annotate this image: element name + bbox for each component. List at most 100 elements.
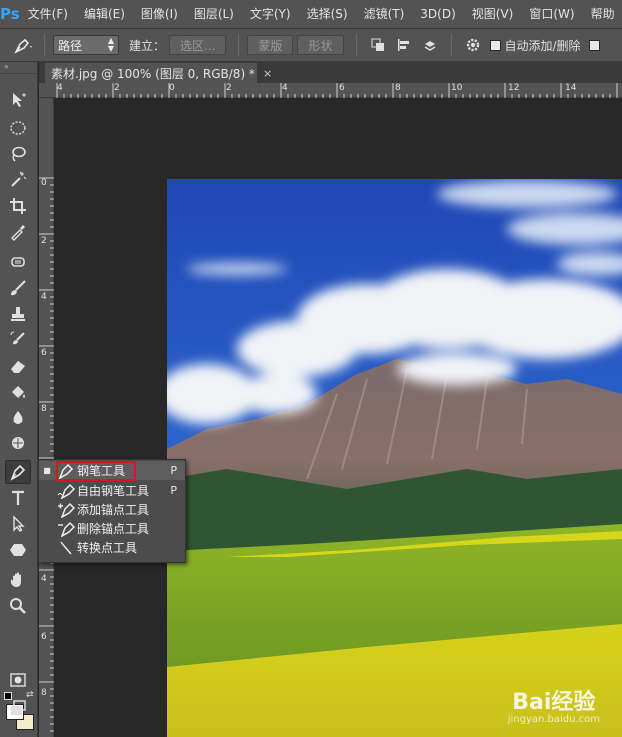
path-selection-tool[interactable]	[5, 512, 31, 536]
rubber-band-checkbox[interactable]	[588, 39, 600, 51]
menu-view[interactable]: 视图(V)	[464, 0, 522, 28]
quick-mask-icon	[10, 673, 26, 687]
separator	[450, 34, 452, 56]
separator	[238, 34, 240, 56]
path-alignment-button[interactable]	[393, 34, 415, 56]
hand-tool[interactable]	[5, 568, 31, 592]
flyout-item-delete-anchor[interactable]: 删除锚点工具	[39, 519, 185, 538]
history-brush-tool[interactable]	[5, 328, 31, 352]
arrange-icon	[424, 41, 435, 51]
healing-brush-tool[interactable]	[5, 250, 31, 274]
photoshop-logo: Ps	[0, 5, 20, 23]
ruler-label: 6	[41, 348, 47, 358]
menu-edit[interactable]: 编辑(E)	[76, 0, 133, 28]
baidu-watermark: Bai经验 jingyan.baidu.com	[508, 684, 600, 725]
mode-select[interactable]: 路径 ▲ ▼	[53, 35, 119, 55]
menu-bar: Ps 文件(F) 编辑(E) 图像(I) 图层(L) 文字(Y) 选择(S) 滤…	[0, 0, 622, 28]
dodge-icon	[12, 437, 24, 449]
history-brush-icon	[10, 331, 25, 345]
zoom-tool[interactable]	[5, 594, 31, 618]
menu-window[interactable]: 窗口(W)	[521, 0, 582, 28]
add-anchor-icon	[55, 501, 77, 519]
ruler-label: 2	[226, 83, 232, 93]
brush-icon	[11, 280, 26, 296]
arrow-icon	[13, 515, 25, 532]
menu-3d[interactable]: 3D(D)	[412, 0, 463, 28]
magic-wand-icon	[11, 171, 27, 187]
ruler-label: 2	[41, 236, 47, 246]
make-shape-button[interactable]: 形状	[297, 35, 344, 55]
clone-stamp-tool[interactable]	[5, 302, 31, 326]
paint-bucket-tool[interactable]	[5, 380, 31, 404]
type-tool[interactable]	[5, 486, 31, 510]
baidu-logo: Bai经验	[512, 690, 596, 715]
marquee-tool[interactable]	[5, 116, 31, 140]
flyout-item-convert-point[interactable]: 转换点工具	[39, 538, 185, 557]
make-mask-button[interactable]: 蒙版	[247, 35, 294, 55]
magnifier-icon	[10, 598, 26, 614]
menu-select[interactable]: 选择(S)	[299, 0, 356, 28]
ruler-label: 12	[508, 83, 520, 93]
eraser-icon	[11, 361, 25, 373]
auto-add-delete-checkbox[interactable]	[489, 39, 501, 51]
shape-tool[interactable]	[5, 538, 31, 562]
move-icon	[13, 93, 26, 107]
crop-tool[interactable]	[5, 194, 31, 218]
crop-icon	[10, 198, 26, 214]
flyout-item-freeform-pen[interactable]: 自由钢笔工具 P	[39, 481, 185, 500]
delete-anchor-icon	[55, 520, 77, 538]
flyout-item-label: 添加锚点工具	[77, 503, 150, 517]
lasso-tool[interactable]	[5, 142, 31, 166]
make-selection-button[interactable]: 选区...	[169, 35, 227, 55]
menu-help[interactable]: 帮助	[583, 0, 622, 28]
flyout-item-add-anchor[interactable]: 添加锚点工具	[39, 500, 185, 519]
vertical-ruler[interactable]: 0 2 4 6 8 0 2 4 6 8	[39, 98, 54, 737]
menu-image[interactable]: 图像(I)	[133, 0, 186, 28]
document-tab[interactable]: 素材.jpg @ 100% (图层 0, RGB/8) * ×	[45, 63, 272, 83]
eyedropper-tool[interactable]	[5, 220, 31, 244]
menu-filter[interactable]: 滤镜(T)	[356, 0, 413, 28]
path-operations-button[interactable]	[367, 34, 389, 56]
shortcut-key: P	[170, 484, 177, 497]
lasso-icon	[12, 146, 26, 162]
document-canvas[interactable]: Bai经验 jingyan.baidu.com	[55, 99, 622, 737]
flyout-item-label: 转换点工具	[77, 541, 138, 555]
brush-tool[interactable]	[5, 276, 31, 300]
screen-mode-button[interactable]	[5, 696, 31, 720]
tool-preset-picker[interactable]	[12, 34, 34, 56]
dodge-tool[interactable]	[5, 432, 31, 456]
eraser-tool[interactable]	[5, 354, 31, 378]
selected-bullet: ■	[43, 466, 51, 475]
ruler-label: 8	[41, 404, 47, 414]
quick-mask-button[interactable]	[5, 668, 31, 692]
blur-drop-icon	[13, 411, 23, 424]
horizontal-ruler[interactable]: 4 2 0 2 4 6 8 10 12 14	[39, 83, 622, 98]
convert-point-icon	[55, 539, 77, 557]
mode-select-value: 路径	[58, 38, 83, 53]
pen-icon	[14, 38, 32, 54]
align-icon	[397, 39, 409, 51]
blur-tool[interactable]	[5, 406, 31, 430]
ruler-label: 4	[282, 83, 288, 93]
path-operations-icon	[371, 38, 384, 51]
panel-grip[interactable]: »	[0, 62, 37, 74]
menu-file[interactable]: 文件(F)	[20, 0, 76, 28]
magic-wand-tool[interactable]	[5, 168, 31, 192]
flyout-item-label: 自由钢笔工具	[77, 484, 150, 498]
move-tool[interactable]	[5, 88, 31, 112]
gear-icon	[466, 38, 479, 52]
shortcut-key: P	[170, 464, 177, 477]
options-bar: 路径 ▲ ▼ 建立： 选区... 蒙版 形状 自动添加/删除	[0, 28, 622, 62]
ruler-label: 10	[451, 83, 463, 93]
menu-layer[interactable]: 图层(L)	[186, 0, 242, 28]
separator	[355, 34, 357, 56]
menu-type[interactable]: 文字(Y)	[242, 0, 299, 28]
path-arrangement-button[interactable]	[419, 34, 441, 56]
pen-icon	[10, 464, 26, 481]
freeform-pen-icon	[55, 482, 77, 500]
close-icon[interactable]: ×	[263, 67, 272, 80]
pen-tool[interactable]	[5, 460, 31, 484]
settings-button[interactable]	[462, 34, 484, 56]
ruler-label: 0	[41, 178, 47, 188]
ruler-label: 6	[339, 83, 345, 93]
